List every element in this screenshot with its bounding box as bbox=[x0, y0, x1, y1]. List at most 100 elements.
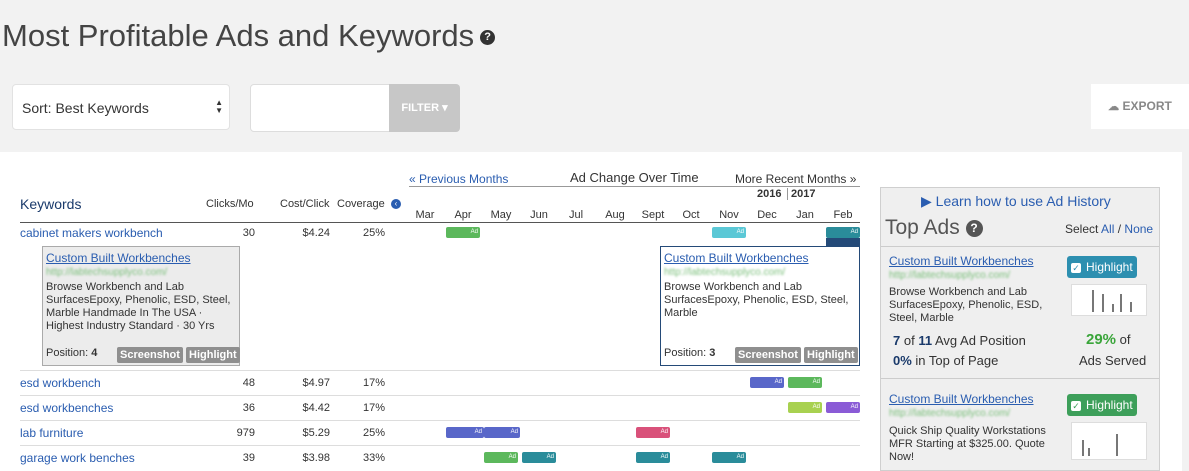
month-label: Oct bbox=[682, 209, 700, 221]
clicks-header[interactable]: Clicks/Mo bbox=[206, 198, 254, 210]
row-divider bbox=[20, 445, 860, 446]
ad-bar-selected[interactable]: Ad bbox=[826, 227, 860, 238]
coverage-value: 17% bbox=[362, 402, 385, 414]
month-label: Jan bbox=[796, 209, 814, 221]
screenshot-button[interactable]: Screenshot bbox=[735, 347, 801, 363]
ad-description: Browse Workbench and Lab SurfacesEpoxy, … bbox=[664, 281, 849, 319]
ad-bar[interactable]: Ad bbox=[712, 452, 746, 463]
month-label: Mar bbox=[415, 209, 435, 221]
clicks-value: 36 bbox=[242, 402, 255, 414]
month-label: Jun bbox=[530, 209, 548, 221]
month-label: Dec bbox=[757, 209, 777, 221]
top-ad-description: Quick Ship Quality Workstations MFR Star… bbox=[889, 425, 1046, 463]
page-title: Most Profitable Ads and Keywords? bbox=[2, 18, 496, 54]
ad-bar[interactable]: Ad bbox=[484, 452, 518, 463]
sparkline-chart bbox=[1071, 422, 1147, 460]
top-ad-description: Browse Workbench and Lab SurfacesEpoxy, … bbox=[889, 286, 1043, 324]
ad-bar[interactable]: Ad bbox=[750, 377, 784, 388]
previous-months-link[interactable]: « Previous Months bbox=[409, 172, 508, 186]
year-2016: 2016 bbox=[757, 188, 782, 200]
coverage-value: 25% bbox=[362, 427, 385, 439]
keywords-header[interactable]: Keywords bbox=[20, 196, 81, 212]
export-button[interactable]: ☁ EXPORT bbox=[1091, 84, 1189, 129]
clicks-value: 30 bbox=[242, 227, 255, 239]
cost-value: $5.29 bbox=[302, 427, 330, 439]
more-recent-months-link[interactable]: More Recent Months » bbox=[735, 172, 856, 186]
year-2017: 2017 bbox=[791, 188, 816, 200]
timeline-rule bbox=[409, 186, 860, 187]
keyword-link[interactable]: garage work benches bbox=[20, 451, 135, 465]
timeline-title: Ad Change Over Time bbox=[570, 170, 699, 185]
month-label: Nov bbox=[719, 209, 739, 221]
checkbox-checked-icon: ✓ bbox=[1071, 262, 1081, 273]
cost-header[interactable]: Cost/Click bbox=[280, 198, 330, 210]
play-circle-icon: ▶ bbox=[921, 193, 932, 209]
keyword-link[interactable]: cabinet makers workbench bbox=[20, 226, 163, 240]
row-divider bbox=[20, 395, 860, 396]
checkbox-checked-icon: ✓ bbox=[1071, 400, 1081, 411]
month-label: Apr bbox=[454, 209, 472, 221]
month-label: May bbox=[490, 209, 512, 221]
cost-value: $4.97 bbox=[302, 377, 330, 389]
filter-input[interactable] bbox=[250, 84, 390, 132]
screenshot-button[interactable]: Screenshot bbox=[117, 347, 183, 363]
ad-preview[interactable]: Custom Built Workbenches http://labtechs… bbox=[42, 246, 240, 366]
ad-bar[interactable]: Ad bbox=[522, 452, 556, 463]
cost-value: $3.98 bbox=[302, 452, 330, 464]
ad-bar[interactable]: Ad bbox=[636, 452, 670, 463]
ad-url: http://labtechsupplyco.com/ bbox=[664, 267, 786, 278]
coverage-value: 25% bbox=[362, 227, 385, 239]
ad-url: http://labtechsupplyco.com/ bbox=[46, 267, 168, 278]
top-ad-headline[interactable]: Custom Built Workbenches bbox=[889, 392, 1034, 406]
keyword-link[interactable]: esd workbenches bbox=[20, 401, 113, 415]
select-none-link[interactable]: None bbox=[1124, 222, 1153, 236]
ad-bar[interactable]: Ad bbox=[712, 227, 746, 238]
clicks-value: 48 bbox=[242, 377, 255, 389]
top-ad-url: http://labtechsupplyco.com/ bbox=[889, 270, 1011, 281]
top-ad-headline[interactable]: Custom Built Workbenches bbox=[889, 254, 1034, 268]
avg-position: 7 of 11 Avg Ad Position bbox=[893, 333, 1026, 348]
cloud-download-icon: ☁ bbox=[1108, 101, 1120, 113]
ad-bar[interactable]: Ad bbox=[826, 402, 860, 413]
ad-bar[interactable]: Ad bbox=[446, 227, 480, 238]
highlight-button[interactable]: Highlight bbox=[186, 347, 240, 363]
highlight-toggle[interactable]: ✓ Highlight bbox=[1067, 394, 1137, 416]
top-of-page: 0% in Top of Page bbox=[893, 353, 999, 368]
month-label: Feb bbox=[833, 209, 853, 221]
coverage-header[interactable]: Coverage bbox=[337, 198, 385, 210]
select-all-link[interactable]: All bbox=[1101, 222, 1114, 236]
ads-served-pct: 29% of bbox=[1086, 331, 1131, 348]
ad-bar[interactable]: Ad bbox=[484, 427, 520, 438]
select-controls: Select All / None bbox=[1065, 222, 1154, 236]
sparkline-chart bbox=[1071, 284, 1147, 316]
keyword-link[interactable]: lab furniture bbox=[20, 426, 83, 440]
year-divider bbox=[787, 188, 788, 200]
sort-select[interactable]: Sort: Best Keywords ▲ ▼ bbox=[12, 84, 230, 130]
ads-served-label: Ads Served bbox=[1079, 353, 1147, 368]
cost-value: $4.24 bbox=[302, 227, 330, 239]
ad-bar[interactable]: Ad bbox=[636, 427, 670, 438]
select-arrows-icon: ▲ ▼ bbox=[215, 98, 223, 115]
month-label: Jul bbox=[568, 209, 584, 221]
coverage-value: 33% bbox=[362, 452, 385, 464]
help-icon[interactable]: ? bbox=[965, 219, 983, 237]
ad-preview-selected[interactable]: Custom Built Workbenches http://labtechs… bbox=[660, 246, 860, 366]
cost-value: $4.42 bbox=[302, 402, 330, 414]
ad-description: Browse Workbench and Lab SurfacesEpoxy, … bbox=[46, 281, 231, 332]
clicks-value: 39 bbox=[242, 452, 255, 464]
filter-button[interactable]: FILTER ▾ bbox=[389, 84, 460, 132]
ad-headline[interactable]: Custom Built Workbenches bbox=[46, 251, 191, 265]
help-icon[interactable]: ? bbox=[480, 30, 496, 46]
coverage-value: 17% bbox=[362, 377, 385, 389]
month-label: Aug bbox=[605, 209, 625, 221]
keyword-link[interactable]: esd workbench bbox=[20, 376, 101, 390]
top-ads-title: Top Ads ? bbox=[885, 216, 983, 240]
highlight-toggle[interactable]: ✓ Highlight bbox=[1067, 256, 1137, 278]
ad-bar[interactable]: Ad bbox=[788, 377, 822, 388]
learn-link[interactable]: ▶ Learn how to use Ad History bbox=[921, 193, 1111, 210]
coverage-info-icon[interactable]: ‹ bbox=[391, 199, 401, 209]
ad-bar[interactable]: Ad bbox=[446, 427, 484, 438]
highlight-button[interactable]: Highlight bbox=[804, 347, 858, 363]
ad-headline[interactable]: Custom Built Workbenches bbox=[664, 251, 809, 265]
ad-bar[interactable]: Ad bbox=[788, 402, 822, 413]
